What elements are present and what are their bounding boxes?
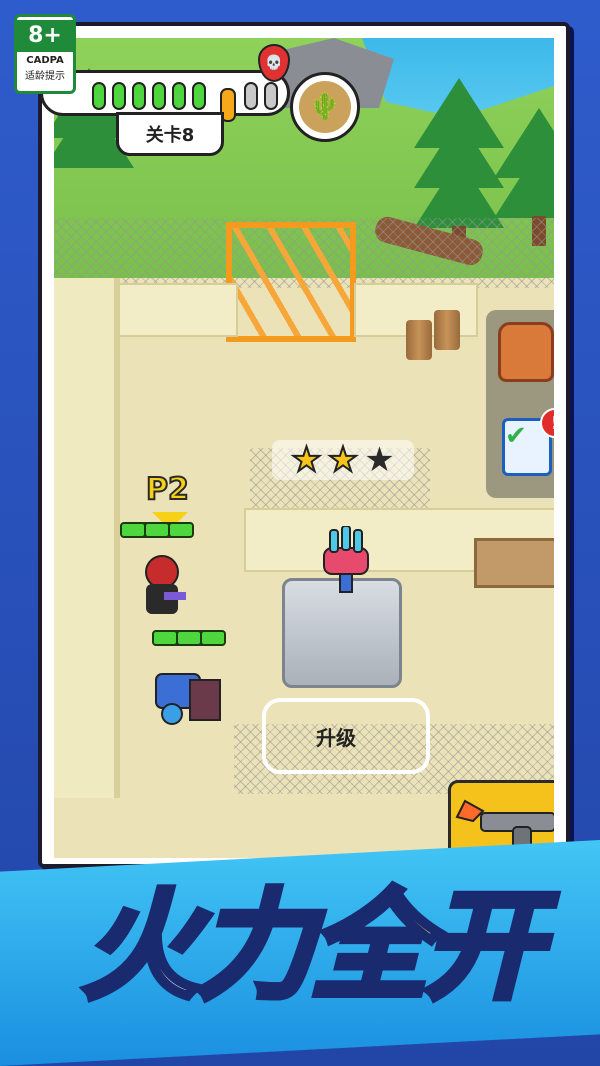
game-scene[interactable]: ★ ★ ★ 升级 P2 ✔ <box>54 38 554 858</box>
upgrade-label: 升级 <box>316 726 356 750</box>
wooden-crate <box>474 538 554 588</box>
backpack-button[interactable] <box>498 322 554 382</box>
progress-pip-pending <box>244 82 258 110</box>
age-rating: 8+ <box>17 20 73 52</box>
star-icon: ★ <box>327 440 360 480</box>
progress-pip-complete <box>172 82 186 110</box>
map-badge[interactable]: 🌵 <box>290 72 360 142</box>
player2-health-bar <box>120 522 194 538</box>
player-tag: P2 <box>145 471 190 508</box>
orange-gate[interactable] <box>226 222 356 342</box>
star-rating: ★ ★ ★ <box>272 440 414 480</box>
banner-title: 火 力 全 开 <box>40 860 580 1018</box>
turret[interactable] <box>316 525 376 596</box>
progress-pip-pending <box>264 82 278 110</box>
age-rating-badge: 8+ CADPA 适龄提示 <box>14 14 76 94</box>
progress-pip-complete <box>152 82 166 110</box>
cactus-icon: 🌵 <box>299 81 351 133</box>
progress-pip-complete <box>112 82 126 110</box>
barrel <box>406 320 432 360</box>
barrel <box>434 310 460 350</box>
star-icon: ★ <box>290 440 323 480</box>
rating-org: CADPA <box>26 55 64 66</box>
banner-char: 全 <box>307 874 431 1018</box>
progress-pip-complete <box>192 82 206 110</box>
backpack-icon <box>498 322 554 382</box>
banner-char: 火 <box>79 874 203 1018</box>
progress-pip-complete <box>132 82 146 110</box>
banner-char: 力 <box>193 874 317 1018</box>
player1-health-bar <box>152 630 226 646</box>
player1-character[interactable] <box>150 650 230 734</box>
left-wall <box>54 278 120 798</box>
star-empty-icon: ★ <box>364 440 395 480</box>
progress-pip-complete <box>92 82 106 110</box>
player2-character[interactable] <box>134 554 190 628</box>
level-label: 关卡8 <box>116 112 224 156</box>
banner-char: 开 <box>421 874 545 1018</box>
rating-tip: 适龄提示 <box>25 71 65 82</box>
